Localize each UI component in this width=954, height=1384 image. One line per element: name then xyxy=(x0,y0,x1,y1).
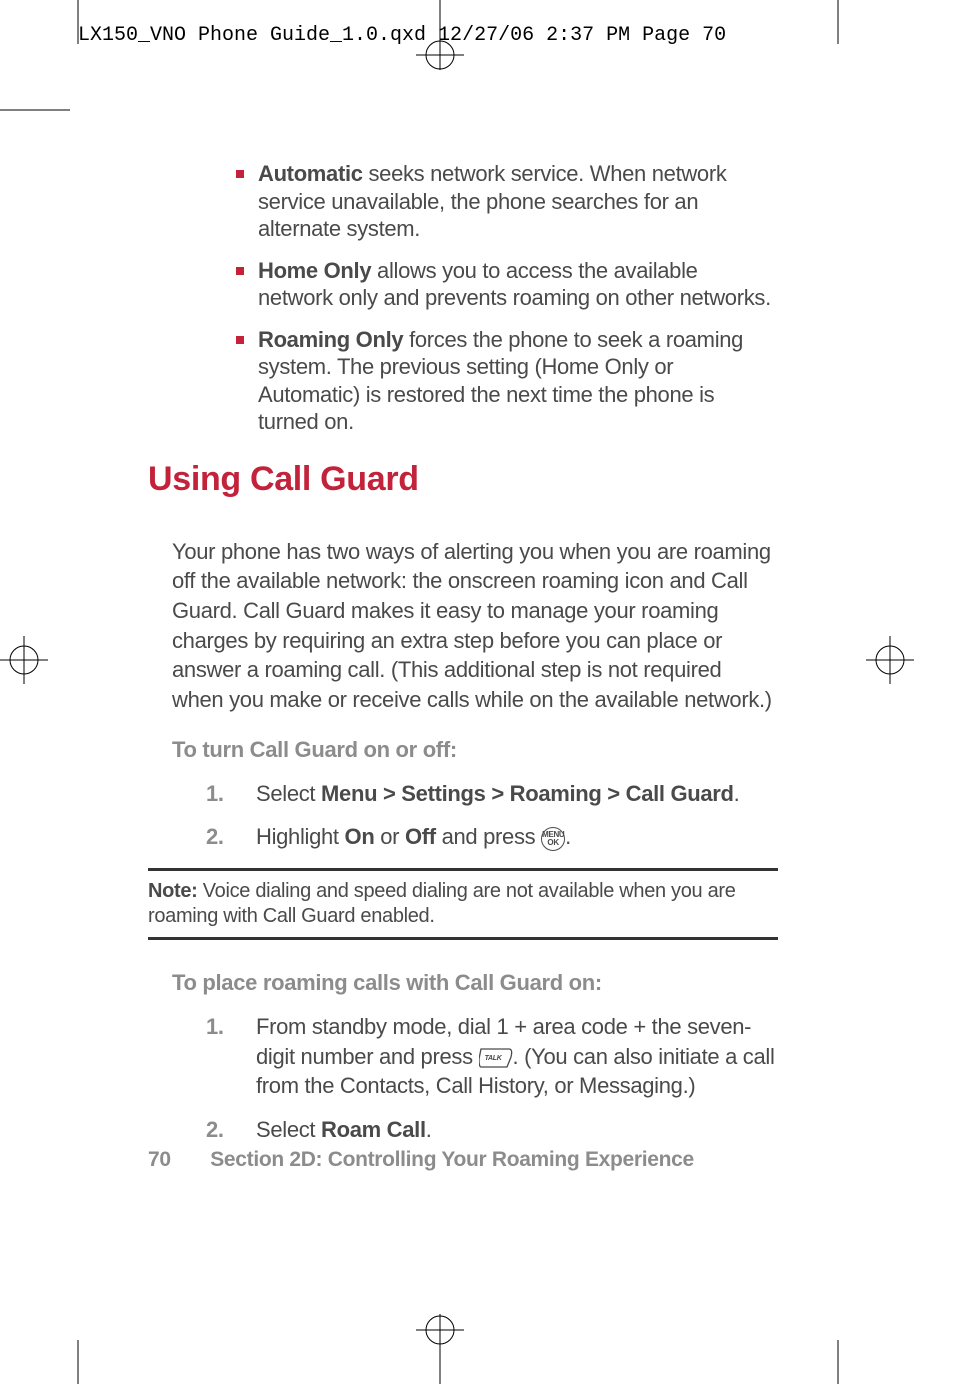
step-2: 2. Select Roam Call. xyxy=(206,1115,778,1145)
text: . xyxy=(565,824,571,849)
bullet-roaming-only: Roaming Only forces the phone to seek a … xyxy=(258,326,778,436)
page-footer: 70 Section 2D: Controlling Your Roaming … xyxy=(148,1148,694,1172)
note-label: Note: xyxy=(148,880,198,902)
talk-key-icon: TALK xyxy=(479,1047,513,1069)
text: Select xyxy=(256,1117,321,1142)
text: or xyxy=(374,824,405,849)
subheading-place-roaming-calls: To place roaming calls with Call Guard o… xyxy=(172,970,778,996)
section-label: Section 2D: Controlling Your Roaming Exp… xyxy=(210,1148,694,1171)
option-roam-call: Roam Call xyxy=(321,1117,426,1142)
text: . xyxy=(426,1117,432,1142)
step-number: 1. xyxy=(206,779,224,809)
option-off: Off xyxy=(405,824,436,849)
option-on: On xyxy=(345,824,375,849)
term: Home Only xyxy=(258,258,371,283)
step-2: 2. Highlight On or Off and press MENUOK. xyxy=(206,822,778,852)
menu-path: Menu > Settings > Roaming > Call Guard xyxy=(321,781,734,806)
page-body: Automatic seeks network service. When ne… xyxy=(78,0,838,1300)
note-text: Voice dialing and speed dialing are not … xyxy=(148,880,736,927)
step-number: 2. xyxy=(206,1115,224,1145)
svg-text:TALK: TALK xyxy=(484,1055,502,1062)
intro-paragraph: Your phone has two ways of alerting you … xyxy=(172,537,778,715)
roaming-mode-list: Automatic seeks network service. When ne… xyxy=(258,160,778,436)
step-number: 1. xyxy=(206,1012,224,1042)
bullet-automatic: Automatic seeks network service. When ne… xyxy=(258,160,778,243)
step-1: 1. Select Menu > Settings > Roaming > Ca… xyxy=(206,779,778,809)
term: Automatic xyxy=(258,161,363,186)
bullet-home-only: Home Only allows you to access the avail… xyxy=(258,257,778,312)
section-heading-call-guard: Using Call Guard xyxy=(148,460,778,499)
text: Select xyxy=(256,781,321,806)
steps-place-roaming: 1. From standby mode, dial 1 + area code… xyxy=(206,1012,778,1145)
menu-ok-key-icon: MENUOK xyxy=(541,827,565,851)
term: Roaming Only xyxy=(258,327,403,352)
text: Highlight xyxy=(256,824,345,849)
text: and press xyxy=(436,824,541,849)
step-number: 2. xyxy=(206,822,224,852)
subheading-turn-on-off: To turn Call Guard on or off: xyxy=(172,737,778,763)
text: . xyxy=(734,781,740,806)
step-1: 1. From standby mode, dial 1 + area code… xyxy=(206,1012,778,1101)
note-box: Note: Voice dialing and speed dialing ar… xyxy=(148,868,778,940)
steps-turn-on-off: 1. Select Menu > Settings > Roaming > Ca… xyxy=(206,779,778,852)
page-number: 70 xyxy=(148,1148,171,1171)
